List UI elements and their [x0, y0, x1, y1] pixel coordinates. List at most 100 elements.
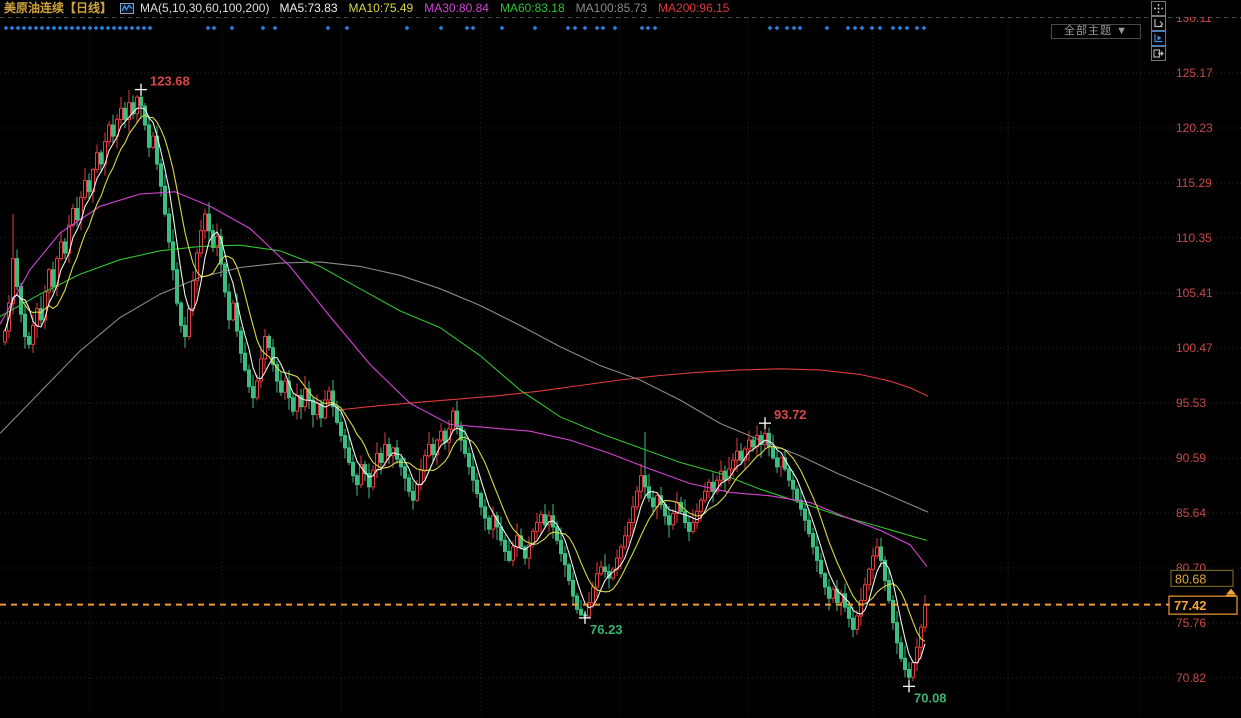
event-dot-icon[interactable] — [212, 26, 217, 31]
play-chart-icon[interactable] — [1151, 31, 1166, 46]
pan-tool-icon[interactable] — [1151, 1, 1166, 16]
event-dot-icon[interactable] — [825, 26, 830, 31]
event-dot-icon[interactable] — [142, 26, 147, 31]
event-dot-icon[interactable] — [230, 26, 235, 31]
event-dot-icon[interactable] — [898, 26, 903, 31]
candle-body — [624, 536, 627, 547]
candle-body — [136, 97, 139, 114]
event-dot-icon[interactable] — [136, 26, 141, 31]
event-dot-icon[interactable] — [405, 26, 410, 31]
event-dot-icon[interactable] — [16, 26, 21, 31]
event-dot-icon[interactable] — [853, 26, 858, 31]
event-dot-icon[interactable] — [860, 26, 865, 31]
candle-body — [440, 431, 443, 440]
axis-settings-icon[interactable] — [1151, 16, 1166, 31]
candle-body — [420, 470, 423, 484]
event-dot-icon[interactable] — [326, 26, 331, 31]
event-dot-icon[interactable] — [792, 26, 797, 31]
event-dot-icon[interactable] — [40, 26, 45, 31]
event-dot-icon[interactable] — [64, 26, 69, 31]
event-dot-icon[interactable] — [345, 26, 350, 31]
event-dot-icon[interactable] — [583, 26, 588, 31]
event-dot-icon[interactable] — [100, 26, 105, 31]
event-dot-icon[interactable] — [646, 26, 651, 31]
price-chart[interactable]: 130.11125.17120.23115.29110.35105.41100.… — [0, 0, 1241, 718]
event-dot-icon[interactable] — [573, 26, 578, 31]
ma5-line — [5, 108, 925, 663]
event-dot-icon[interactable] — [70, 26, 75, 31]
event-dot-icon[interactable] — [206, 26, 211, 31]
event-dot-icon[interactable] — [566, 26, 571, 31]
candle-body — [644, 476, 647, 487]
mini-chart-icon[interactable] — [120, 2, 134, 15]
event-dot-icon[interactable] — [439, 26, 444, 31]
event-dot-icon[interactable] — [613, 26, 618, 31]
event-dot-icon[interactable] — [130, 26, 135, 31]
event-dot-icon[interactable] — [82, 26, 87, 31]
event-dot-icon[interactable] — [870, 26, 875, 31]
event-dot-icon[interactable] — [22, 26, 27, 31]
event-dot-icon[interactable] — [52, 26, 57, 31]
event-dot-icon[interactable] — [148, 26, 153, 31]
event-dot-icon[interactable] — [88, 26, 93, 31]
event-dot-icon[interactable] — [46, 26, 51, 31]
candle-body — [28, 337, 31, 345]
candle-body — [232, 303, 235, 320]
candle-body — [504, 540, 507, 551]
event-dot-icon[interactable] — [798, 26, 803, 31]
event-dot-icon[interactable] — [640, 26, 645, 31]
event-dot-icon[interactable] — [595, 26, 600, 31]
candle-body — [32, 325, 35, 344]
event-dot-icon[interactable] — [118, 26, 123, 31]
event-dot-icon[interactable] — [273, 26, 278, 31]
event-dot-icon[interactable] — [10, 26, 15, 31]
candle-body — [672, 514, 675, 525]
candle-body — [500, 527, 503, 540]
event-dot-icon[interactable] — [124, 26, 129, 31]
event-dot-icon[interactable] — [261, 26, 266, 31]
event-dot-icon[interactable] — [601, 26, 606, 31]
event-dot-icon[interactable] — [533, 26, 538, 31]
candle-body — [684, 511, 687, 522]
theme-dropdown[interactable]: 全部主题 ▼ — [1051, 24, 1141, 39]
event-dot-icon[interactable] — [878, 26, 883, 31]
axis-price-label: 95.53 — [1176, 396, 1206, 410]
candle-body — [444, 431, 447, 442]
event-dot-icon[interactable] — [915, 26, 920, 31]
axis-price-label: 70.82 — [1176, 671, 1206, 685]
event-dot-icon[interactable] — [76, 26, 81, 31]
event-dot-icon[interactable] — [34, 26, 39, 31]
event-dot-icon[interactable] — [58, 26, 63, 31]
candle-body — [508, 551, 511, 560]
event-dot-icon[interactable] — [905, 26, 910, 31]
event-dot-icon[interactable] — [500, 26, 505, 31]
candle-body — [256, 381, 259, 398]
candle-body — [188, 309, 191, 337]
candle-body — [856, 616, 859, 629]
event-dot-icon[interactable] — [653, 26, 658, 31]
candle-body — [388, 445, 391, 456]
event-dot-icon[interactable] — [846, 26, 851, 31]
event-dot-icon[interactable] — [94, 26, 99, 31]
event-dot-icon[interactable] — [112, 26, 117, 31]
event-dot-icon[interactable] — [465, 26, 470, 31]
candle-body — [924, 605, 927, 627]
candle-body — [96, 153, 99, 170]
event-dot-icon[interactable] — [4, 26, 9, 31]
candle-body — [540, 515, 543, 523]
event-dot-icon[interactable] — [106, 26, 111, 31]
event-dot-icon[interactable] — [471, 26, 476, 31]
candles-layer — [4, 90, 927, 687]
candle-body — [912, 663, 915, 677]
candle-body — [108, 125, 111, 142]
toolbar-buttons — [1149, 1, 1166, 61]
event-dot-icon[interactable] — [891, 26, 896, 31]
event-dot-icon[interactable] — [785, 26, 790, 31]
export-chart-icon[interactable] — [1151, 46, 1166, 61]
event-dot-icon[interactable] — [28, 26, 33, 31]
instrument-title: 美原油连续 — [4, 0, 64, 17]
event-dot-icon[interactable] — [922, 26, 927, 31]
event-dot-icon[interactable] — [768, 26, 773, 31]
candle-body — [752, 440, 755, 447]
event-dot-icon[interactable] — [775, 26, 780, 31]
